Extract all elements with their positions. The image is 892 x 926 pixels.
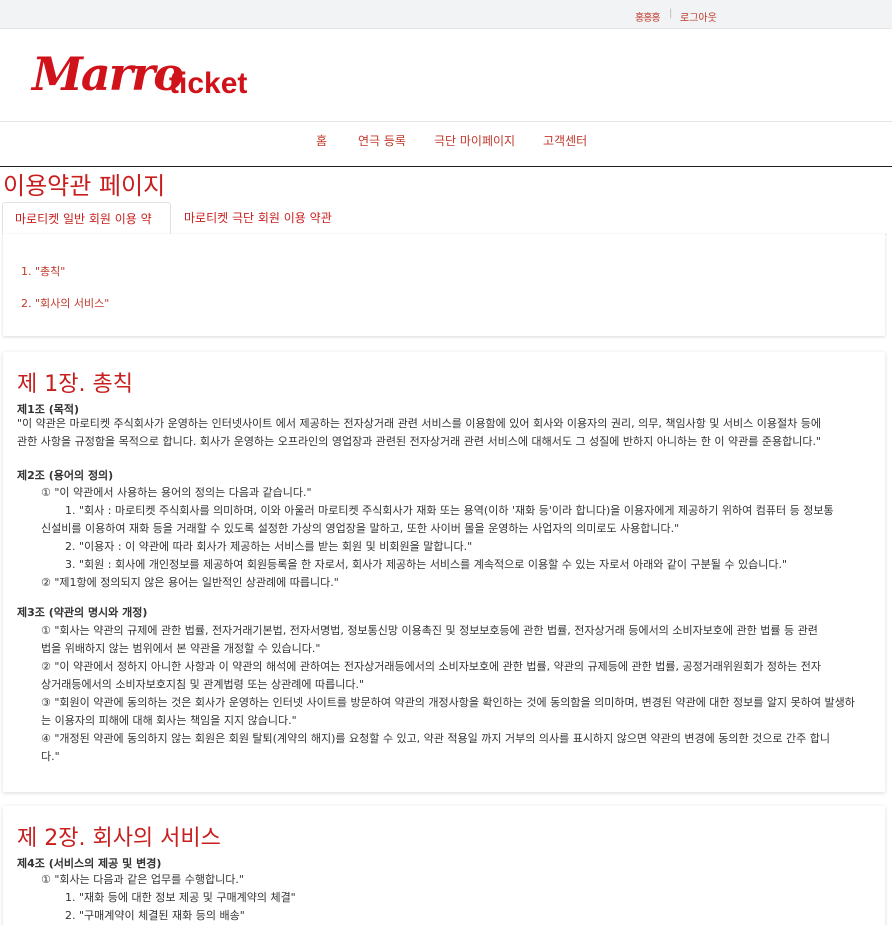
table-of-contents: 1. "총칙" 2. "회사의 서비스": [3, 234, 885, 336]
chapter-title: 제 1장. 총칙: [17, 372, 133, 397]
clause-text: ③ "회원이 약관에 동의하는 것은 회사가 운영하는 인터넷 사이트를 방문하…: [41, 696, 855, 709]
article-text: "이 약관은 마로티켓 주식회사가 운영하는 인터넷사이트 에서 제공하는 전자…: [17, 417, 821, 430]
clause-text: 다.": [41, 750, 60, 763]
clause-text: ④ "개정된 약관에 동의하지 않는 회원은 회원 탈퇴(계약의 해지)를 요청…: [41, 732, 830, 745]
chapter-1-card: 제 1장. 총칙 제1조 (목적) "이 약관은 마로티켓 주식회사가 운영하는…: [3, 352, 885, 792]
nav-support[interactable]: 고객센터: [543, 132, 587, 149]
article-title: 제2조 (용어의 정의): [17, 469, 114, 482]
article-title: 제4조 (서비스의 제공 및 변경): [17, 857, 162, 870]
clause-text: ① "이 약관에서 사용하는 용어의 정의는 다음과 같습니다.": [41, 486, 312, 499]
terms-tabs: 마로티켓 일반 회원 이용 약관 마로티켓 극단 회원 이용 약관: [2, 202, 887, 258]
top-bar: 홍홍홍 | 로그아웃: [0, 0, 892, 29]
main-nav: 홈 연극 등록 극단 마이페이지 고객센터: [0, 122, 892, 167]
item-text: 1. "회사 : 마로티켓 주식회사를 의미하며, 이와 아울러 마로티켓 주식…: [65, 504, 834, 517]
logo-ticket: ticket: [169, 67, 248, 100]
page-title: 이용약관 페이지: [3, 172, 166, 200]
chapter-2-card: 제 2장. 회사의 서비스 제4조 (서비스의 제공 및 변경) ① "회사는 …: [3, 806, 885, 926]
clause-text: ② "제1항에 정의되지 않은 용어는 일반적인 상관례에 따릅니다.": [41, 576, 339, 589]
tab-troupe-member[interactable]: 마로티켓 극단 회원 이용 약관: [172, 202, 362, 234]
clause-text: ② "이 약관에서 정하지 아니한 사항과 이 약관의 해석에 관하여는 전자상…: [41, 660, 822, 673]
logo-marro: Marro: [32, 47, 184, 101]
item-text: 신설비를 이용하여 재화 등을 거래할 수 있도록 설정한 가상의 영업장을 말…: [41, 522, 680, 535]
separator: |: [669, 8, 673, 19]
nav-troupe-mypage[interactable]: 극단 마이페이지: [434, 132, 515, 149]
toc-item-service[interactable]: 2. "회사의 서비스": [21, 295, 109, 311]
clause-text: 상거래등에서의 소비자보호지침 및 관계법령 또는 상관례에 따릅니다.": [41, 678, 365, 691]
clause-text: ① "회사는 약관의 규제에 관한 법률, 전자거래기본법, 전자서명법, 정보…: [41, 624, 818, 637]
article-title: 제3조 (약관의 명시와 개정): [17, 606, 148, 619]
user-name[interactable]: 홍홍홍: [635, 9, 661, 24]
clause-text: 법을 위배하지 않는 범위에서 본 약관을 개정할 수 있습니다.": [41, 642, 321, 655]
clause-text: 는 이용자의 피해에 대해 회사는 책임을 지지 않습니다.": [41, 714, 297, 727]
chapter-title: 제 2장. 회사의 서비스: [17, 826, 221, 851]
tab-general-member[interactable]: 마로티켓 일반 회원 이용 약관: [2, 202, 171, 258]
item-text: 2. "이용자 : 이 약관에 따라 회사가 제공하는 서비스를 받는 회원 및…: [65, 540, 473, 553]
nav-home[interactable]: 홈: [316, 132, 327, 149]
item-text: 2. "구매계약이 체결된 재화 등의 배송": [65, 909, 245, 922]
nav-play-register[interactable]: 연극 등록: [358, 132, 406, 149]
site-header: Marro ticket: [0, 29, 892, 122]
clause-text: ① "회사는 다음과 같은 업무를 수행합니다.": [41, 873, 244, 886]
logout-link[interactable]: 로그아웃: [680, 9, 717, 24]
item-text: 3. "회원 : 회사에 개인정보를 제공하여 회원등록을 한 자로서, 회사가…: [65, 558, 788, 571]
toc-item-general[interactable]: 1. "총칙": [21, 263, 65, 279]
article-text: 관한 사항을 규정함을 목적으로 합니다. 회사가 운영하는 오프라인의 영업장…: [17, 435, 821, 448]
item-text: 1. "재화 등에 대한 정보 제공 및 구매계약의 체결": [65, 891, 296, 904]
